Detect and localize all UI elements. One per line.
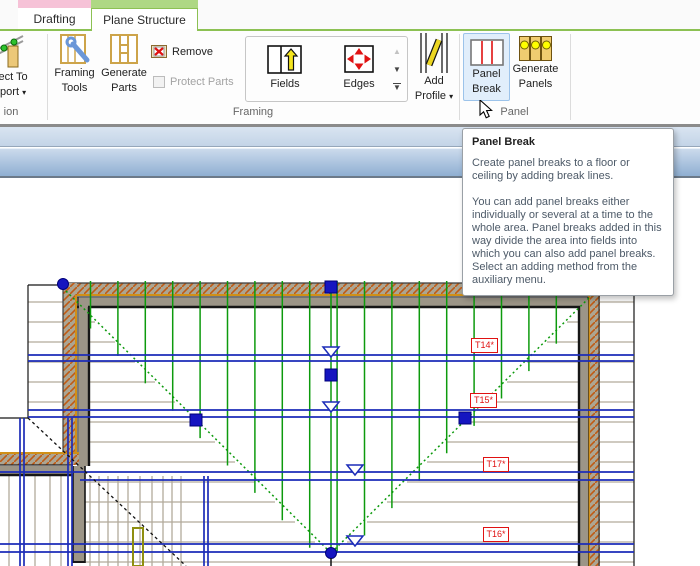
panel-break-icon [470,39,504,66]
spinner-down-button[interactable]: ▼ [393,65,401,74]
group-label-partial: ion [0,106,22,118]
connect-to-support-button[interactable]: nect To pport ▾ [0,33,40,103]
contextual-tab-strip-green [91,0,198,8]
protect-parts-checkbox[interactable]: Protect Parts [153,76,234,88]
panel-break-button[interactable]: Panel Break [463,33,510,101]
generate-panels-button[interactable]: Generate Panels [511,33,560,103]
add-profile-button[interactable]: Add Profile ▾ [410,33,458,103]
part-tag: T17* [483,457,509,472]
add-profile-icon [418,33,450,73]
tooltip-title: Panel Break [472,136,663,148]
connect-to-label: nect To [0,72,28,84]
mouse-cursor-icon [479,100,497,120]
part-tag: T16* [483,527,509,542]
group-label-panel: Panel [459,106,570,118]
framing-tools-button[interactable]: Framing Tools [51,33,98,103]
fields-icon [267,45,303,74]
tab-plane-structure[interactable]: Plane Structure [91,8,198,30]
checkbox-icon [153,76,165,88]
framing-tools-icon [59,33,91,65]
application-window: Drafting Plane Structure nect To pport ▾… [0,0,700,566]
connect-to-support-icon [0,33,24,69]
part-tag: T14* [471,338,498,353]
ribbon-tab-bar: Drafting Plane Structure [0,0,700,30]
edges-icon [344,45,375,74]
remove-icon [151,45,167,58]
spinner-expand-button[interactable]: ▼ [393,83,401,92]
part-tag: T15* [470,393,497,408]
fields-edges-panel: Fields Edges ▲ ▼ ▼ [245,36,408,102]
generate-parts-icon [108,33,140,65]
tooltip-paragraph: Create panel breaks to a floor or ceilin… [472,157,663,183]
ribbon: nect To pport ▾ ion Framing Tools [0,31,700,124]
dropdown-caret-icon: ▾ [449,92,453,101]
tooltip-paragraph: You can add panel breaks either individu… [472,196,663,287]
fields-button[interactable]: Fields [256,45,314,90]
group-label-framing: Framing [47,106,459,118]
contextual-tab-strip-pink [18,0,91,8]
panel-break-tooltip: Panel Break Create panel breaks to a flo… [462,128,674,296]
remove-button[interactable]: Remove [151,45,213,58]
generate-panels-icon [519,36,552,61]
spinner-up-button[interactable]: ▲ [393,47,401,56]
dropdown-caret-icon: ▾ [22,88,26,97]
edges-button[interactable]: Edges [331,45,387,90]
tab-drafting[interactable]: Drafting [18,8,91,30]
support-label: pport ▾ [0,87,26,99]
generate-parts-button[interactable]: Generate Parts [100,33,148,103]
